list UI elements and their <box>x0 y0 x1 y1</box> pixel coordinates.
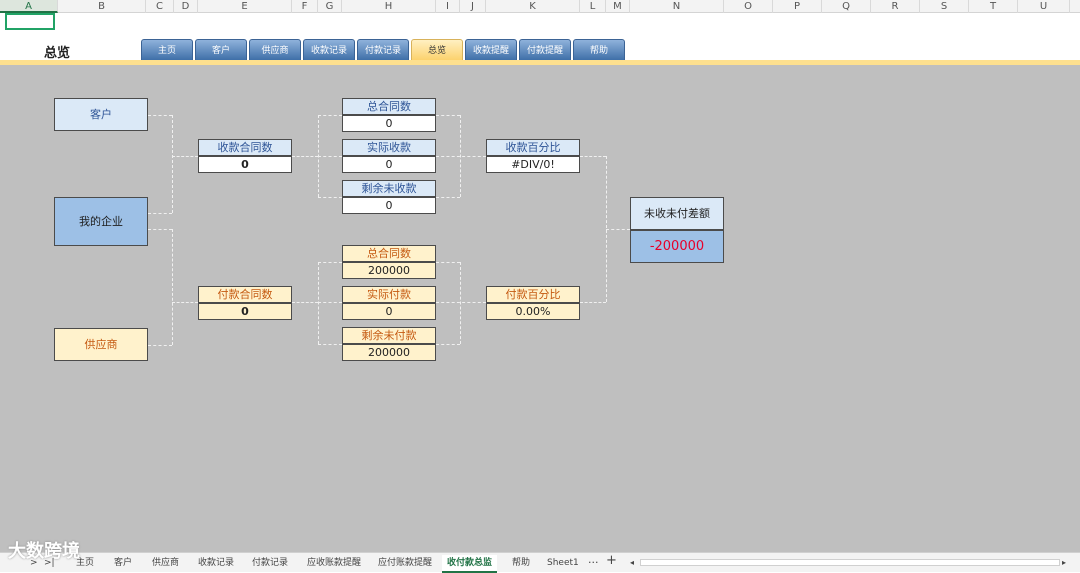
watermark-logo: 大数跨境 <box>8 541 80 562</box>
nav-tab-payments[interactable]: 付款记录 <box>357 39 409 61</box>
sheet-tab-bar: > >| 主页 客户 供应商 收款记录 付款记录 应收账款提醒 应付账款提醒 收… <box>0 552 1080 573</box>
more-sheets-icon[interactable]: ··· <box>588 555 599 571</box>
customer-box[interactable]: 客户 <box>54 98 148 131</box>
column-header-E[interactable]: E <box>198 0 292 13</box>
receive-pct-label: 收款百分比 <box>486 139 580 156</box>
receive-actual-value[interactable]: 0 <box>342 156 436 173</box>
receive-pct-value[interactable]: #DIV/0! <box>486 156 580 173</box>
pay-actual-label: 实际付款 <box>342 286 436 303</box>
receive-contracts-label: 收款合同数 <box>198 139 292 156</box>
nav-tab-customer[interactable]: 客户 <box>195 39 247 61</box>
column-header-H[interactable]: H <box>342 0 436 13</box>
pay-contracts-value[interactable]: 0 <box>198 303 292 320</box>
column-header-N[interactable]: N <box>630 0 724 13</box>
receive-total-value[interactable]: 0 <box>342 115 436 132</box>
column-header-B[interactable]: B <box>58 0 146 13</box>
sheet-tab-supplier[interactable]: 供应商 <box>152 555 179 571</box>
horizontal-scrollbar[interactable] <box>640 559 1060 566</box>
column-header-T[interactable]: T <box>969 0 1018 13</box>
nav-tab-home[interactable]: 主页 <box>141 39 193 61</box>
receive-total-label: 总合同数 <box>342 98 436 115</box>
supplier-box[interactable]: 供应商 <box>54 328 148 361</box>
scroll-right-icon[interactable]: ▸ <box>1062 555 1066 571</box>
sheet-tab-receivable-reminder[interactable]: 应收账款提醒 <box>307 555 361 571</box>
sheet-tab-sheet1[interactable]: Sheet1 <box>547 555 579 571</box>
pay-remaining-label: 剩余未付款 <box>342 327 436 344</box>
receive-actual-label: 实际收款 <box>342 139 436 156</box>
add-sheet-icon[interactable]: + <box>606 553 617 569</box>
nav-tab-overview[interactable]: 总览 <box>411 39 463 61</box>
page-title: 总览 <box>44 46 71 61</box>
column-header-S[interactable]: S <box>920 0 969 13</box>
column-header-M[interactable]: M <box>606 0 630 13</box>
column-header-O[interactable]: O <box>724 0 773 13</box>
pay-pct-label: 付款百分比 <box>486 286 580 303</box>
column-header-P[interactable]: P <box>773 0 822 13</box>
diff-value[interactable]: -200000 <box>630 230 724 263</box>
sheet-tab-help[interactable]: 帮助 <box>512 555 530 571</box>
column-header-L[interactable]: L <box>580 0 606 13</box>
sheet-tab-payments[interactable]: 付款记录 <box>252 555 288 571</box>
nav-tab-receipt-reminder[interactable]: 收款提醒 <box>465 39 517 61</box>
column-header-Q[interactable]: Q <box>822 0 871 13</box>
my-company-box[interactable]: 我的企业 <box>54 197 148 246</box>
scroll-left-icon[interactable]: ◂ <box>630 555 634 571</box>
column-header-D[interactable]: D <box>174 0 198 13</box>
sheet-tab-receipts[interactable]: 收款记录 <box>198 555 234 571</box>
column-header-C[interactable]: C <box>146 0 174 13</box>
column-header-I[interactable]: I <box>436 0 460 13</box>
pay-actual-value[interactable]: 0 <box>342 303 436 320</box>
nav-tab-payment-reminder[interactable]: 付款提醒 <box>519 39 571 61</box>
sheet-tab-payable-reminder[interactable]: 应付账款提醒 <box>378 555 432 571</box>
pay-contracts-label: 付款合同数 <box>198 286 292 303</box>
diff-label: 未收未付差额 <box>630 197 724 230</box>
column-header-bar: A B C D E F G H I J K L M N O P Q R S T … <box>0 0 1080 13</box>
column-header-F[interactable]: F <box>292 0 318 13</box>
column-header-G[interactable]: G <box>318 0 342 13</box>
nav-tab-receipts[interactable]: 收款记录 <box>303 39 355 61</box>
column-header-K[interactable]: K <box>486 0 580 13</box>
pay-pct-value[interactable]: 0.00% <box>486 303 580 320</box>
sheet-tab-customer[interactable]: 客户 <box>114 555 132 571</box>
column-header-A[interactable]: A <box>0 0 58 13</box>
pay-total-value[interactable]: 200000 <box>342 262 436 279</box>
receive-contracts-value[interactable]: 0 <box>198 156 292 173</box>
column-header-U[interactable]: U <box>1018 0 1070 13</box>
sheet-tab-overview[interactable]: 收付款总监 <box>442 555 498 573</box>
receive-remaining-label: 剩余未收款 <box>342 180 436 197</box>
column-header-R[interactable]: R <box>871 0 920 13</box>
nav-tab-supplier[interactable]: 供应商 <box>249 39 301 61</box>
nav-tab-help[interactable]: 帮助 <box>573 39 625 61</box>
pay-total-label: 总合同数 <box>342 245 436 262</box>
selected-cell-A1[interactable] <box>5 13 55 30</box>
receive-remaining-value[interactable]: 0 <box>342 197 436 214</box>
column-header-J[interactable]: J <box>460 0 486 13</box>
pay-remaining-value[interactable]: 200000 <box>342 344 436 361</box>
